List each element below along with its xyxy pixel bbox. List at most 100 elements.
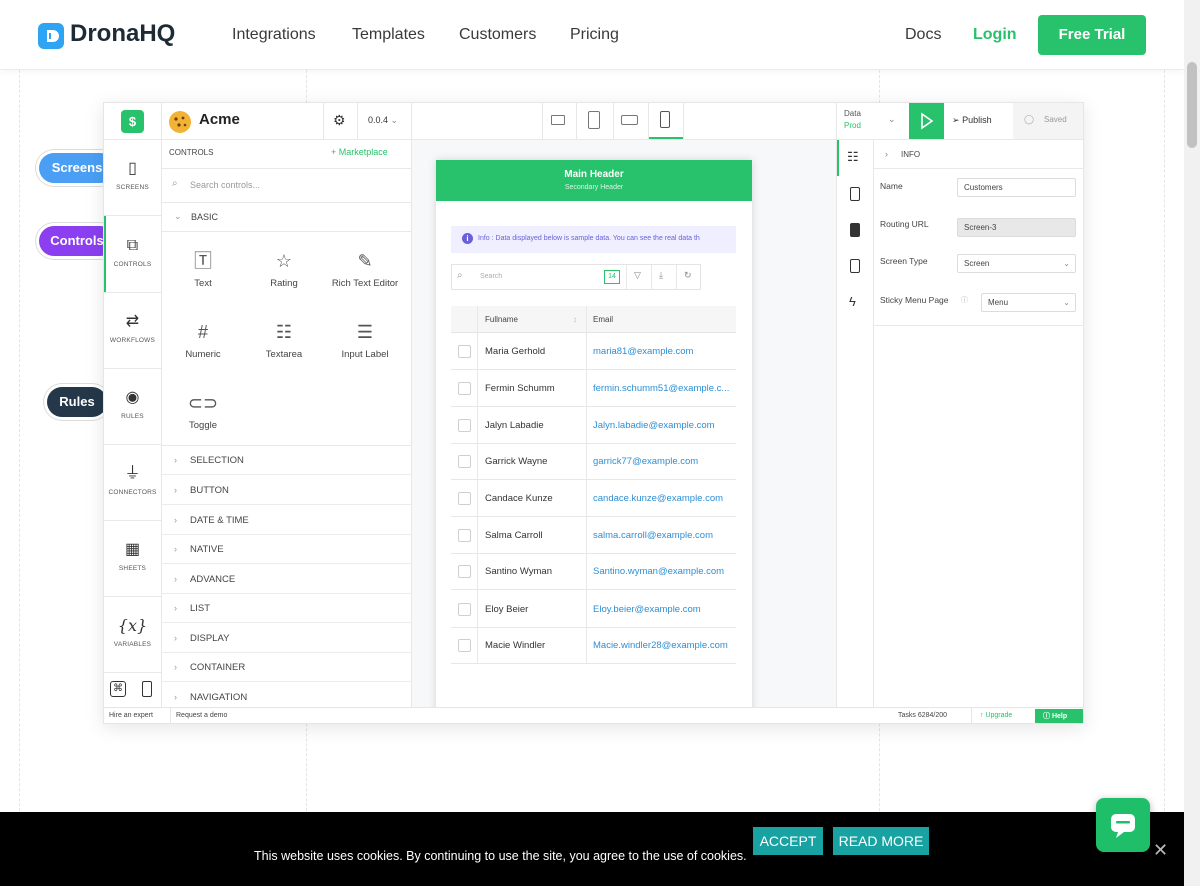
publish-button[interactable]: ➢ Publish (952, 115, 992, 126)
nav-customers-link[interactable]: Customers (459, 26, 536, 44)
row-checkbox[interactable] (458, 529, 471, 542)
table-row[interactable]: Candace Kunze candace.kunze@example.com (451, 480, 736, 517)
page-scrollbar[interactable] (1184, 0, 1200, 886)
control-rich-text-editor[interactable]: ✎ Rich Text Editor (325, 248, 405, 289)
rail-screens[interactable]: ▯ SCREENS (104, 158, 161, 191)
version-select[interactable]: 0.0.4 ⌄ (368, 115, 398, 126)
filter-icon[interactable]: ▽ (634, 270, 641, 281)
rail-connectors[interactable]: ⏚ CONNECTORS (104, 463, 161, 496)
control-input-label[interactable]: ☰ Input Label (325, 319, 405, 360)
screen-style-icon[interactable] (850, 223, 860, 237)
row-email[interactable]: Macie.windler28@example.com (593, 627, 728, 664)
table-row[interactable]: Santino Wyman Santino.wyman@example.com (451, 553, 736, 590)
category-list[interactable]: › LIST (162, 594, 411, 623)
category-container[interactable]: › CONTAINER (162, 653, 411, 682)
control-text[interactable]: 🅃 Text (163, 248, 243, 289)
chevron-right-icon[interactable]: › (885, 149, 888, 159)
control-rating[interactable]: ☆ Rating (244, 248, 324, 289)
scrollbar-thumb[interactable] (1187, 62, 1197, 148)
nav-login-link[interactable]: Login (973, 26, 1017, 44)
shortcut-command-icon[interactable]: ⌘ (110, 681, 126, 697)
control-numeric[interactable]: # Numeric (163, 319, 243, 360)
nav-pricing-link[interactable]: Pricing (570, 26, 619, 44)
row-email[interactable]: Santino.wyman@example.com (593, 553, 724, 590)
env-chevron-down-icon[interactable]: ⌄ (888, 114, 896, 125)
dronahq-logo-icon[interactable] (38, 23, 64, 49)
cookie-accept-button[interactable]: ACCEPT (753, 827, 823, 855)
row-email[interactable]: Jalyn.labadie@example.com (593, 407, 715, 444)
control-textarea[interactable]: ☷ Textarea (244, 319, 324, 360)
control-toggle[interactable]: ⊂⊃ Toggle (163, 390, 243, 431)
mobile-view-icon[interactable] (660, 111, 670, 128)
category-date-time[interactable]: › DATE & TIME (162, 506, 411, 535)
screen-settings-icon[interactable] (850, 187, 860, 201)
row-checkbox[interactable] (458, 565, 471, 578)
row-checkbox[interactable] (458, 492, 471, 505)
table-row[interactable]: Eloy Beier Eloy.beier@example.com (451, 591, 736, 628)
rail-sheets[interactable]: ▦ SHEETS (104, 539, 161, 572)
download-icon[interactable]: ⤓ (659, 270, 663, 281)
table-row[interactable]: Macie Windler Macie.windler28@example.com (451, 627, 736, 664)
cookie-read-more-button[interactable]: READ MORE (833, 827, 929, 855)
row-checkbox[interactable] (458, 639, 471, 652)
row-checkbox[interactable] (458, 603, 471, 616)
category-selection[interactable]: › SELECTION (162, 446, 411, 475)
row-checkbox[interactable] (458, 419, 471, 432)
landscape-view-icon[interactable] (621, 115, 638, 125)
row-email[interactable]: garrick77@example.com (593, 443, 698, 480)
sticky-menu-select[interactable]: Menu ⌄ (981, 293, 1076, 312)
nav-integrations-link[interactable]: Integrations (232, 26, 316, 44)
row-email[interactable]: salma.carroll@example.com (593, 517, 713, 554)
refresh-icon[interactable]: ↻ (684, 270, 692, 281)
column-header-email[interactable]: Email (593, 315, 613, 324)
tablet-view-icon[interactable] (588, 111, 600, 129)
row-email[interactable]: candace.kunze@example.com (593, 480, 723, 517)
desktop-view-icon[interactable] (551, 115, 565, 125)
basic-category[interactable]: BASIC (191, 212, 218, 222)
column-header-fullname[interactable]: Fullname (485, 315, 518, 324)
properties-sliders-icon[interactable]: ☷ (847, 149, 859, 165)
rail-controls[interactable]: ⧉ CONTROLS (104, 235, 161, 268)
category-native[interactable]: › NATIVE (162, 535, 411, 564)
upgrade-link[interactable]: ↑ Upgrade (980, 712, 1012, 719)
run-play-button[interactable] (909, 103, 944, 139)
app-name[interactable]: Acme (199, 111, 240, 128)
hire-expert-link[interactable]: Hire an expert (109, 712, 153, 719)
routing-url-input[interactable]: Screen-3 (957, 218, 1076, 237)
device-settings-icon[interactable] (850, 259, 860, 273)
table-row[interactable]: Fermin Schumm fermin.schumm51@example.c..… (451, 370, 736, 407)
rail-workflows[interactable]: ⇄ WORKFLOWS (104, 311, 161, 344)
marketplace-link[interactable]: + Marketplace (331, 147, 388, 157)
help-button[interactable]: ⓘ Help (1035, 709, 1083, 723)
category-advance[interactable]: › ADVANCE (162, 565, 411, 594)
table-search-input[interactable]: Search (480, 273, 502, 280)
rail-variables[interactable]: {x} VARIABLES (104, 615, 161, 648)
row-checkbox[interactable] (458, 382, 471, 395)
table-row[interactable]: Maria Gerhold maria81@example.com (451, 333, 736, 370)
row-checkbox[interactable] (458, 455, 471, 468)
request-demo-link[interactable]: Request a demo (176, 712, 227, 719)
close-icon[interactable]: ✕ (1153, 840, 1168, 861)
table-row[interactable]: Jalyn Labadie Jalyn.labadie@example.com (451, 407, 736, 444)
brand-name[interactable]: DronaHQ (70, 20, 175, 48)
nav-docs-link[interactable]: Docs (905, 26, 941, 44)
row-email[interactable]: fermin.schumm51@example.c... (593, 370, 729, 407)
controls-search-input[interactable]: Search controls... (190, 180, 260, 190)
settings-gear-icon[interactable]: ⚙ (333, 112, 346, 129)
env-value[interactable]: Prod (844, 121, 861, 130)
nav-templates-link[interactable]: Templates (352, 26, 425, 44)
table-row[interactable]: Garrick Wayne garrick77@example.com (451, 443, 736, 480)
row-email[interactable]: maria81@example.com (593, 333, 693, 370)
category-display[interactable]: › DISPLAY (162, 624, 411, 653)
chat-launcher-button[interactable] (1096, 798, 1150, 852)
row-email[interactable]: Eloy.beier@example.com (593, 591, 701, 628)
free-trial-button[interactable]: Free Trial (1038, 15, 1146, 55)
screen-type-select[interactable]: Screen ⌄ (957, 254, 1076, 273)
events-bolt-icon[interactable]: ϟ (849, 294, 856, 309)
sort-icon[interactable]: ↕ (573, 315, 577, 324)
rail-rules[interactable]: ◉ RULES (104, 387, 161, 420)
name-input[interactable]: Customers (957, 178, 1076, 197)
row-checkbox[interactable] (458, 345, 471, 358)
device-preview-icon[interactable] (142, 681, 152, 697)
table-row[interactable]: Salma Carroll salma.carroll@example.com (451, 517, 736, 554)
